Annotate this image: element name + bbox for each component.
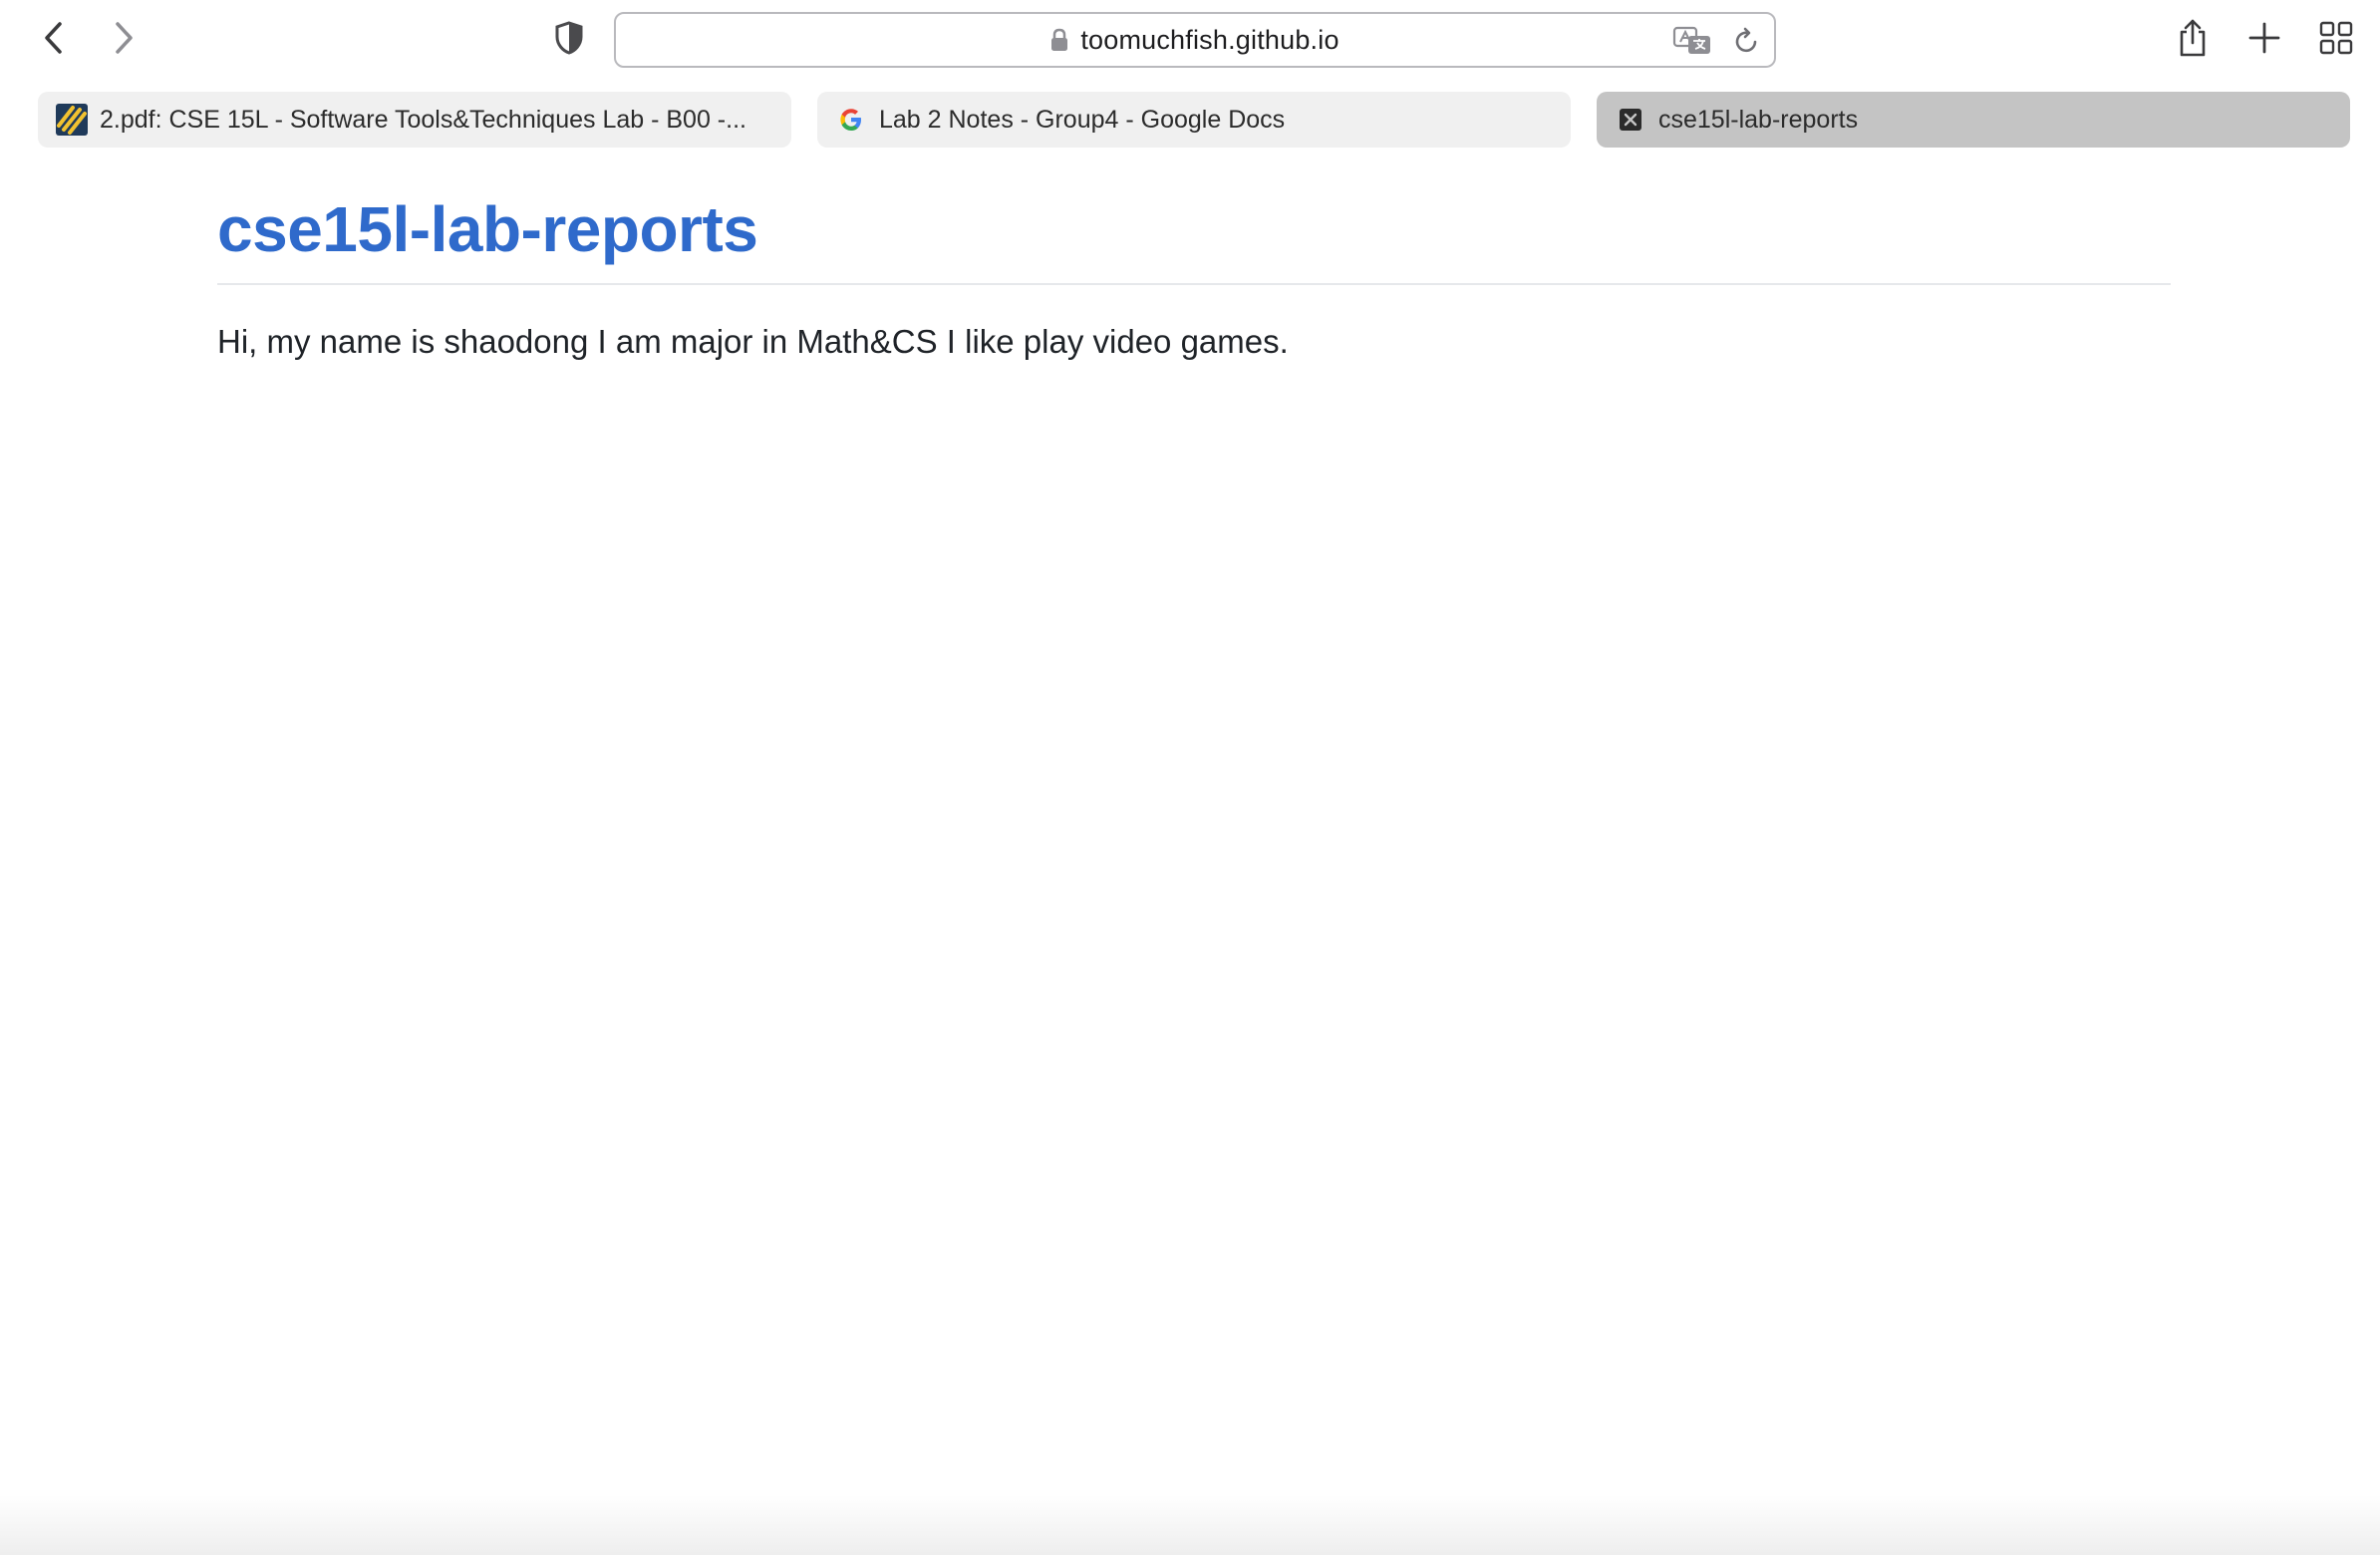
chevron-left-icon [45, 22, 62, 54]
tab-overview-button[interactable] [2308, 10, 2364, 66]
bottom-fade [0, 1495, 2380, 1555]
back-button[interactable] [26, 10, 82, 66]
page-title[interactable]: cse15l-lab-reports [217, 189, 2171, 285]
forward-button[interactable] [96, 10, 151, 66]
chevron-right-icon [116, 22, 133, 54]
share-icon [2180, 19, 2206, 57]
share-button[interactable] [2165, 10, 2221, 66]
tab-gradescope-pdf[interactable]: 2.pdf: CSE 15L - Software Tools&Techniqu… [38, 92, 791, 148]
page-icon [1615, 104, 1646, 136]
translate-icon[interactable] [1672, 26, 1712, 56]
gradescope-icon [56, 104, 88, 136]
lock-icon [1051, 28, 1068, 51]
grid-icon [2319, 21, 2353, 55]
tab-google-docs[interactable]: Lab 2 Notes - Group4 - Google Docs [817, 92, 1571, 148]
intro-paragraph: Hi, my name is shaodong I am major in Ma… [217, 323, 1289, 360]
google-icon [835, 104, 867, 136]
plus-icon [2248, 22, 2280, 54]
tab-title: cse15l-lab-reports [1658, 105, 1859, 134]
tab-title: Lab 2 Notes - Group4 - Google Docs [879, 105, 1286, 134]
reload-icon[interactable] [1734, 27, 1760, 55]
url-text: toomuchfish.github.io [1080, 24, 1339, 55]
tab-title: 2.pdf: CSE 15L - Software Tools&Techniqu… [100, 105, 746, 134]
browser-toolbar: toomuchfish.github.io [0, 0, 2380, 80]
tab-bar: 2.pdf: CSE 15L - Software Tools&Techniqu… [0, 88, 2380, 152]
new-tab-button[interactable] [2236, 10, 2292, 66]
tab-cse15l-lab-reports[interactable]: cse15l-lab-reports [1597, 92, 2350, 148]
page-content: cse15l-lab-reports Hi, my name is shaodo… [217, 189, 2171, 365]
address-bar[interactable]: toomuchfish.github.io [614, 12, 1776, 68]
shield-icon [555, 21, 583, 55]
privacy-report-button[interactable] [541, 10, 597, 66]
